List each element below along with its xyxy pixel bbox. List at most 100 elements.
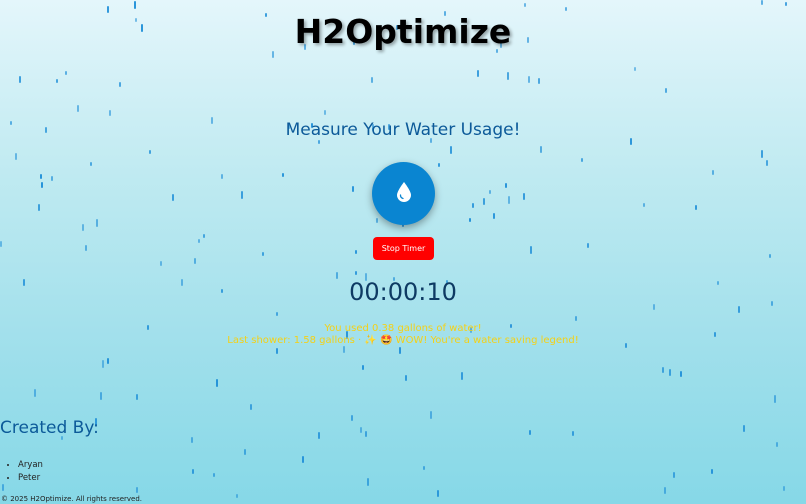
- raindrop: [213, 473, 215, 477]
- raindrop: [38, 204, 40, 211]
- raindrop: [276, 312, 278, 316]
- raindrop: [250, 404, 252, 410]
- raindrop: [399, 347, 401, 354]
- raindrop: [665, 88, 667, 93]
- raindrop: [216, 379, 218, 387]
- raindrop: [109, 110, 111, 116]
- raindrop: [262, 252, 264, 256]
- raindrop: [437, 490, 439, 497]
- raindrop: [244, 449, 246, 455]
- raindrop: [761, 150, 763, 158]
- raindrop: [107, 358, 109, 364]
- raindrop: [236, 494, 238, 498]
- raindrop: [712, 170, 714, 175]
- raindrop: [352, 186, 354, 192]
- raindrop: [581, 158, 583, 162]
- raindrop: [785, 2, 787, 6]
- raindrop: [360, 427, 362, 433]
- raindrop: [136, 487, 138, 493]
- raindrop: [774, 395, 776, 403]
- raindrop: [367, 478, 369, 486]
- raindrop: [505, 183, 507, 188]
- raindrop: [90, 162, 92, 166]
- raindrop: [34, 389, 36, 397]
- raindrop: [423, 466, 425, 470]
- raindrop: [469, 218, 471, 222]
- raindrop: [493, 213, 495, 219]
- raindrop: [149, 150, 151, 154]
- raindrop: [2, 484, 4, 491]
- raindrop: [241, 191, 243, 199]
- raindrop: [96, 219, 98, 227]
- raindrop: [198, 239, 200, 243]
- raindrop: [192, 469, 194, 474]
- raindrop: [15, 153, 17, 160]
- raindrop: [438, 163, 440, 167]
- raindrop: [761, 0, 763, 5]
- creators-list: Aryan Peter: [6, 459, 43, 485]
- raindrop: [634, 67, 636, 71]
- usage-last-shower: Last shower: 1.58 gallons · ✨ 🤩 WOW! You…: [227, 335, 579, 346]
- raindrop: [711, 469, 713, 474]
- raindrop: [172, 194, 174, 201]
- raindrop: [483, 198, 485, 205]
- raindrop: [102, 360, 104, 368]
- raindrop: [324, 110, 326, 115]
- raindrop: [565, 7, 567, 11]
- raindrop: [530, 246, 532, 254]
- stop-timer-button[interactable]: Stop Timer: [373, 237, 434, 260]
- raindrop: [524, 3, 526, 7]
- raindrop: [376, 218, 378, 223]
- raindrop: [302, 456, 304, 463]
- raindrop: [221, 174, 223, 179]
- raindrop: [430, 411, 432, 419]
- raindrop: [680, 371, 682, 377]
- raindrop: [82, 224, 84, 231]
- raindrop: [119, 82, 121, 87]
- raindrop: [450, 146, 452, 154]
- usage-current: You used 0.38 gallons of water!: [324, 323, 482, 334]
- raindrop: [529, 430, 531, 435]
- raindrop: [56, 79, 58, 83]
- raindrop: [673, 472, 675, 478]
- raindrop: [355, 250, 357, 254]
- raindrop: [538, 78, 540, 84]
- raindrop: [136, 394, 138, 400]
- raindrop: [528, 76, 530, 83]
- raindrop: [134, 1, 136, 9]
- raindrop: [743, 425, 745, 432]
- raindrop: [783, 486, 785, 491]
- raindrop: [194, 258, 196, 264]
- raindrop: [355, 271, 357, 275]
- water-drop-button[interactable]: [372, 162, 435, 225]
- footer-copyright: © 2025 H2Optimize. All rights reserved.: [1, 495, 143, 503]
- raindrop: [65, 71, 67, 75]
- raindrop: [489, 190, 491, 194]
- raindrop: [572, 431, 574, 436]
- raindrop: [662, 367, 664, 373]
- raindrop: [643, 203, 645, 207]
- raindrop: [461, 372, 463, 380]
- raindrop: [477, 70, 479, 77]
- raindrop: [738, 306, 740, 313]
- raindrop: [507, 72, 509, 80]
- raindrop: [766, 160, 768, 166]
- raindrop: [371, 77, 373, 83]
- raindrop: [85, 245, 87, 251]
- raindrop: [282, 173, 284, 177]
- raindrop: [160, 261, 162, 266]
- raindrop: [318, 140, 320, 144]
- raindrop: [362, 365, 364, 370]
- raindrop: [100, 392, 102, 400]
- page-subtitle: Measure Your Water Usage!: [285, 120, 521, 140]
- raindrop: [203, 234, 205, 238]
- raindrop: [695, 205, 697, 210]
- raindrop: [587, 243, 589, 248]
- raindrop: [472, 203, 474, 208]
- raindrop: [664, 487, 666, 494]
- raindrop: [41, 182, 43, 188]
- raindrop: [776, 442, 778, 447]
- raindrop: [318, 432, 320, 439]
- raindrop: [276, 348, 278, 354]
- raindrop: [540, 146, 542, 153]
